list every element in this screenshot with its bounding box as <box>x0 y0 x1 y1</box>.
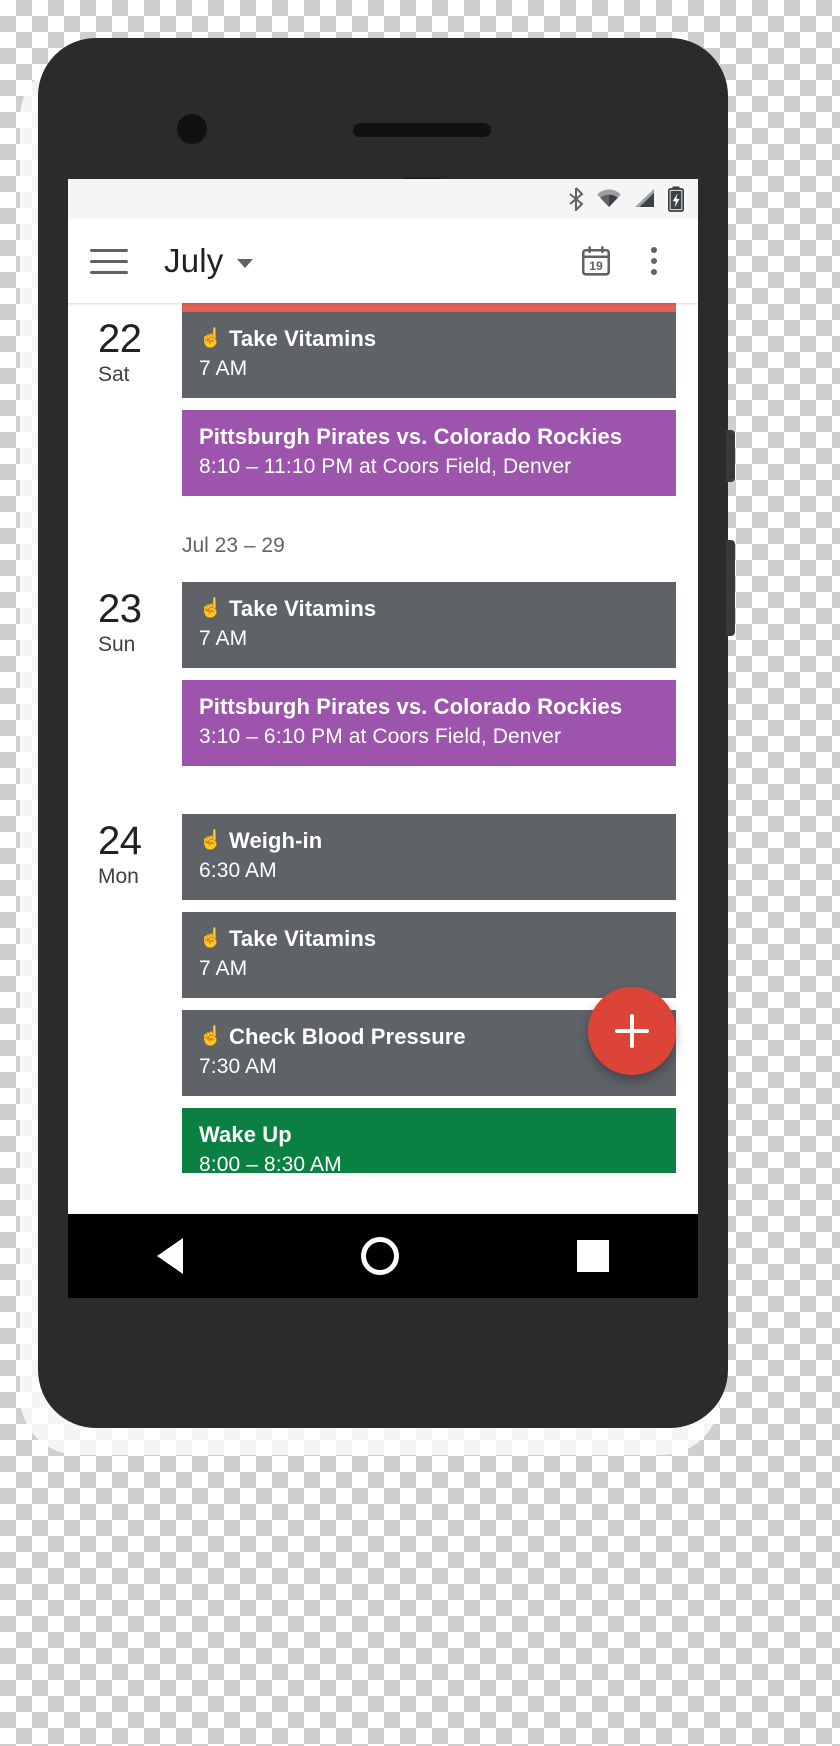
earpiece-speaker <box>353 123 491 137</box>
home-circle-icon[interactable] <box>361 1237 399 1275</box>
page-title: July <box>164 242 224 279</box>
event-card[interactable]: ☝ Take Vitamins 7 AM <box>182 582 676 668</box>
event-subtitle: 7 AM <box>199 627 248 650</box>
event-title: ☝ Weigh-in <box>199 827 659 855</box>
day-number: 22 <box>98 317 142 361</box>
hamburger-menu-icon[interactable] <box>90 238 136 284</box>
event-subtitle: 8:00 – 8:30 AM <box>199 1153 342 1173</box>
day-spacer <box>68 778 698 814</box>
task-hand-icon: ☝ <box>199 928 223 949</box>
week-range-label: Jul 23 – 29 <box>182 534 285 557</box>
event-title-text: Take Vitamins <box>229 926 377 951</box>
event-card[interactable]: ☝ Weigh-in 6:30 AM <box>182 814 676 900</box>
overflow-dot-3 <box>651 269 657 275</box>
event-title-text: Take Vitamins <box>229 326 377 351</box>
event-subtitle: 7:30 AM <box>199 1055 277 1078</box>
add-event-fab[interactable] <box>588 987 676 1075</box>
event-subtitle: 8:10 – 11:10 PM at Coors Field, Denver <box>199 455 572 478</box>
menu-bar-2 <box>90 259 128 263</box>
calendar-today-icon[interactable]: 19 <box>574 239 618 283</box>
day-events: ☝ Take Vitamins 7 AM Pittsburgh Pirates vs.… <box>182 582 698 778</box>
app-bar: July 19 <box>68 219 698 303</box>
chevron-down-icon <box>236 258 253 268</box>
event-title: Wake Up <box>199 1121 659 1149</box>
day-weekday: Sat <box>98 363 130 386</box>
event-title-text: Weigh-in <box>229 828 323 853</box>
event-title: ☝ Take Vitamins <box>199 925 659 953</box>
event-card[interactable]: Wake Up 8:00 – 8:30 AM <box>182 1108 676 1173</box>
day-number: 24 <box>98 819 142 863</box>
battery-charging-icon <box>668 186 684 212</box>
day-weekday: Sun <box>98 633 136 656</box>
plus-icon-vertical <box>630 1014 634 1048</box>
event-card[interactable]: ☝ Take Vitamins 7 AM <box>182 312 676 398</box>
event-subtitle: 3:10 – 6:10 PM at Coors Field, Denver <box>199 725 562 748</box>
agenda-day-row: 22 Sat ☝ Take Vitamins 7 AM Pittsburgh Pirate… <box>68 312 698 508</box>
agenda-list[interactable]: 22 Sat ☝ Take Vitamins 7 AM Pittsburgh Pirate… <box>68 303 698 1173</box>
back-triangle-icon[interactable] <box>157 1238 183 1274</box>
front-camera-icon <box>177 114 207 144</box>
status-bar <box>68 179 698 219</box>
event-title: ☝ Take Vitamins <box>199 595 659 623</box>
day-number: 23 <box>98 587 142 631</box>
event-title-text: Pittsburgh Pirates vs. Colorado Rockies <box>199 694 623 719</box>
phone-screen: July 19 22 Sat ☝ Take Vitamins 7 AM Pittsburg… <box>68 179 698 1298</box>
task-hand-icon: ☝ <box>199 598 223 619</box>
menu-bar-1 <box>90 248 128 252</box>
more-vertical-icon[interactable] <box>632 239 676 283</box>
event-title: Pittsburgh Pirates vs. Colorado Rockies <box>199 423 659 451</box>
event-title: Pittsburgh Pirates vs. Colorado Rockies <box>199 693 659 721</box>
day-gutter[interactable]: 24 Mon <box>68 814 182 890</box>
agenda-day-row: 24 Mon ☝ Weigh-in 6:30 AM ☝ Take Vitamins 7 AM ☝… <box>68 814 698 1173</box>
event-title-text: Pittsburgh Pirates vs. Colorado Rockies <box>199 424 623 449</box>
event-subtitle: 7 AM <box>199 957 248 980</box>
agenda-day-row: 23 Sun ☝ Take Vitamins 7 AM Pittsburgh Pirate… <box>68 582 698 778</box>
event-card[interactable]: Pittsburgh Pirates vs. Colorado Rockies 8… <box>182 410 676 496</box>
day-events: ☝ Take Vitamins 7 AM Pittsburgh Pirates vs.… <box>182 312 698 508</box>
cellular-signal-icon <box>633 187 657 211</box>
event-subtitle: 6:30 AM <box>199 859 277 882</box>
power-button[interactable] <box>726 430 735 482</box>
month-selector[interactable]: July <box>164 242 253 280</box>
day-gutter[interactable]: 23 Sun <box>68 582 182 658</box>
volume-button[interactable] <box>726 540 735 636</box>
android-navigation-bar <box>68 1214 698 1298</box>
event-subtitle: 7 AM <box>199 357 248 380</box>
overflow-dot-1 <box>651 247 657 253</box>
event-title-text: Take Vitamins <box>229 596 377 621</box>
task-hand-icon: ☝ <box>199 830 223 851</box>
event-title-text: Check Blood Pressure <box>229 1024 466 1049</box>
scroll-shadow <box>68 303 698 306</box>
task-hand-icon: ☝ <box>199 1026 223 1047</box>
event-card[interactable]: ☝ Take Vitamins 7 AM <box>182 912 676 998</box>
day-weekday: Mon <box>98 865 139 888</box>
task-hand-icon: ☝ <box>199 328 223 349</box>
event-title: ☝ Take Vitamins <box>199 325 659 353</box>
today-icon-day-number: 19 <box>589 259 603 273</box>
recents-square-icon[interactable] <box>577 1240 609 1272</box>
event-title-text: Wake Up <box>199 1122 292 1147</box>
event-card[interactable]: Pittsburgh Pirates vs. Colorado Rockies 3… <box>182 680 676 766</box>
wifi-icon <box>596 187 622 211</box>
overflow-dot-2 <box>651 258 657 264</box>
bluetooth-icon <box>567 187 585 211</box>
day-gutter[interactable]: 22 Sat <box>68 312 182 388</box>
menu-bar-3 <box>90 270 128 274</box>
